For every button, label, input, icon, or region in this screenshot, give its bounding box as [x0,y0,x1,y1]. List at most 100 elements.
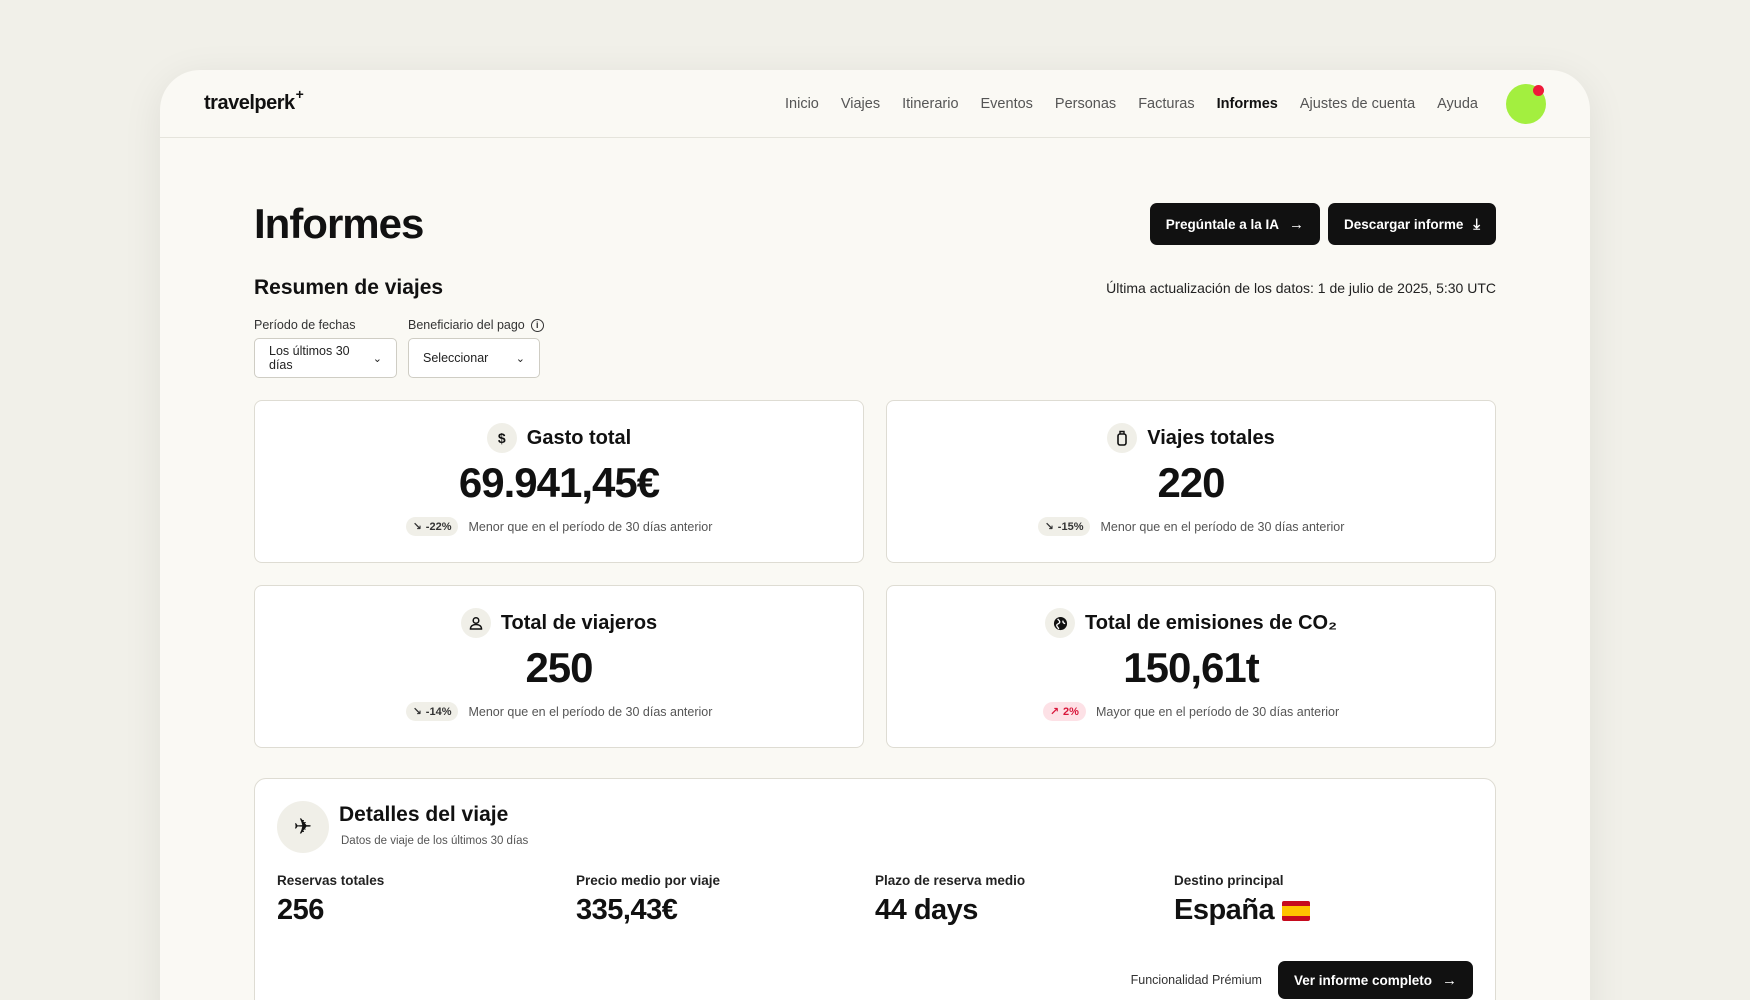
trend-value: 2% [1063,705,1079,718]
download-icon: ⤓ [1473,215,1480,233]
card-head: Total de viajeros [460,608,658,638]
ask-ai-button[interactable]: Pregúntale a la IA → [1149,203,1321,245]
trend-down-icon: ↘ [412,706,422,718]
trend-badge: ↗ 2% [1042,702,1086,721]
details-subtitle: Datos de viaje de los últimos 30 días [341,835,529,847]
details-metrics: Reservas totales 256 Precio medio por vi… [277,873,1473,927]
nav-facturas[interactable]: Facturas [1138,96,1194,112]
main-content: Informes Pregúntale a la IA → Descargar … [254,138,1496,1000]
dollar-icon: $ [486,423,517,453]
nav-informes[interactable]: Informes [1217,96,1278,112]
metric-value-row: España [1174,894,1473,927]
airplane-icon: ✈ [277,801,329,853]
trend-note: Menor que en el período de 30 días anter… [1100,519,1345,534]
luggage-icon [1107,423,1138,453]
card-trend: ↘ -15% Menor que en el período de 30 días… [1037,517,1345,536]
globe-icon [1045,608,1076,638]
arrow-right-icon: → [1442,971,1457,989]
trend-value: -22% [425,520,452,533]
spain-flag-icon [1282,900,1311,921]
trend-note: Mayor que en el período de 30 días anter… [1095,704,1340,719]
chevron-down-icon: ⌄ [515,352,525,365]
page-actions: Pregúntale a la IA → Descargar informe ⤓ [1149,203,1496,245]
nav-ayuda[interactable]: Ayuda [1437,96,1478,112]
trend-down-icon: ↘ [412,521,422,533]
metric-average-price: Precio medio por viaje 335,43€ [576,873,875,927]
filters: Período de fechas Los últimos 30 días ⌄ … [254,318,1496,378]
nav-eventos[interactable]: Eventos [981,96,1033,112]
metric-label: Reservas totales [277,873,385,888]
nav-itinerario[interactable]: Itinerario [902,96,958,112]
trend-note: Menor que en el período de 30 días anter… [468,519,713,534]
ask-ai-label: Pregúntale a la IA [1165,216,1280,232]
person-svg [469,616,483,630]
card-title: Total de emisiones de CO₂ [1085,611,1337,634]
metric-label: Plazo de reserva medio [875,873,1026,888]
nav-personas[interactable]: Personas [1055,96,1116,112]
top-navbar: travelperk + Inicio Viajes Itinerario Eve… [160,70,1590,138]
premium-label: Funcionalidad Prémium [1130,973,1262,987]
kpi-card-travelers: Total de viajeros 250 ↘ -14% Menor que en… [254,585,864,748]
app-window: travelperk + Inicio Viajes Itinerario Eve… [160,70,1590,1000]
card-title: Total de viajeros [500,611,658,634]
info-icon[interactable]: i [530,318,544,332]
full-report-label: Ver informe completo [1293,972,1432,988]
kpi-grid: $ Gasto total 69.941,45€ ↘ -22% Menor que… [254,400,1496,748]
chevron-down-icon: ⌄ [372,352,382,365]
nav-inicio[interactable]: Inicio [785,96,819,112]
payer-label-row: Beneficiario del pago i [408,318,544,332]
details-heading: Detalles del viaje Datos de viaje de los… [339,801,528,847]
card-trend: ↗ 2% Mayor que en el período de 30 días a… [1042,702,1340,721]
card-trend: ↘ -14% Menor que en el período de 30 días… [405,702,713,721]
details-header: ✈ Detalles del viaje Datos de viaje de l… [277,801,1473,853]
summary-title: Resumen de viajes [254,276,444,299]
trend-badge: ↘ -14% [405,702,459,721]
metric-booking-lead-time: Plazo de reserva medio 44 days [875,873,1174,927]
avatar[interactable] [1506,83,1546,124]
trend-note: Menor que en el período de 30 días anter… [468,704,713,719]
nav-ajustes[interactable]: Ajustes de cuenta [1300,96,1415,112]
kpi-card-emissions: Total de emisiones de CO₂ 150,61t ↗ 2% Ma… [886,585,1496,748]
metric-top-destination: Destino principal España [1174,873,1473,927]
kpi-card-trips: Viajes totales 220 ↘ -15% Menor que en el… [886,400,1496,563]
period-value: Los últimos 30 días [269,344,350,372]
trend-value: -14% [425,705,452,718]
notification-dot [1533,84,1544,96]
download-label: Descargar informe [1344,216,1464,232]
metric-value: 44 days [875,894,978,926]
page-header: Informes Pregúntale a la IA → Descargar … [254,200,1496,248]
period-select[interactable]: Los últimos 30 días ⌄ [254,338,397,378]
trend-down-icon: ↘ [1044,521,1054,533]
card-value: 220 [1157,459,1225,506]
kpi-card-spend: $ Gasto total 69.941,45€ ↘ -22% Menor que… [254,400,864,563]
period-label: Período de fechas [254,318,356,332]
payer-label: Beneficiario del pago [408,318,525,332]
trend-badge: ↘ -22% [405,517,459,536]
person-icon [460,608,491,638]
logo[interactable]: travelperk + [204,86,304,115]
details-title: Detalles del viaje [339,803,509,826]
payer-select[interactable]: Seleccionar ⌄ [408,338,540,378]
card-value: 150,61t [1123,644,1259,691]
trend-up-icon: ↗ [1049,706,1060,718]
payer-filter: Beneficiario del pago i Seleccionar ⌄ [408,318,544,378]
card-value: 250 [525,644,593,691]
download-report-button[interactable]: Descargar informe ⤓ [1328,203,1496,245]
card-head: Total de emisiones de CO₂ [1045,608,1337,638]
nav-viajes[interactable]: Viajes [841,96,880,112]
main-nav: Inicio Viajes Itinerario Eventos Persona… [785,83,1546,124]
details-footer: Funcionalidad Prémium Ver informe comple… [1131,961,1473,999]
card-value: 69.941,45€ [458,459,660,506]
trip-details-card: ✈ Detalles del viaje Datos de viaje de l… [254,778,1496,1000]
trend-value: -15% [1057,520,1084,533]
card-trend: ↘ -22% Menor que en el período de 30 días… [405,517,713,536]
metric-label: Precio medio por viaje [576,873,721,888]
trend-badge: ↘ -15% [1037,517,1091,536]
view-full-report-button[interactable]: Ver informe completo → [1277,961,1473,999]
page-title: Informes [254,200,424,247]
metric-total-bookings: Reservas totales 256 [277,873,576,927]
logo-plus: + [295,86,304,102]
metric-label: Destino principal [1174,873,1284,888]
payer-value: Seleccionar [423,351,489,365]
last-updated: Última actualización de los datos: 1 de … [1106,280,1496,296]
